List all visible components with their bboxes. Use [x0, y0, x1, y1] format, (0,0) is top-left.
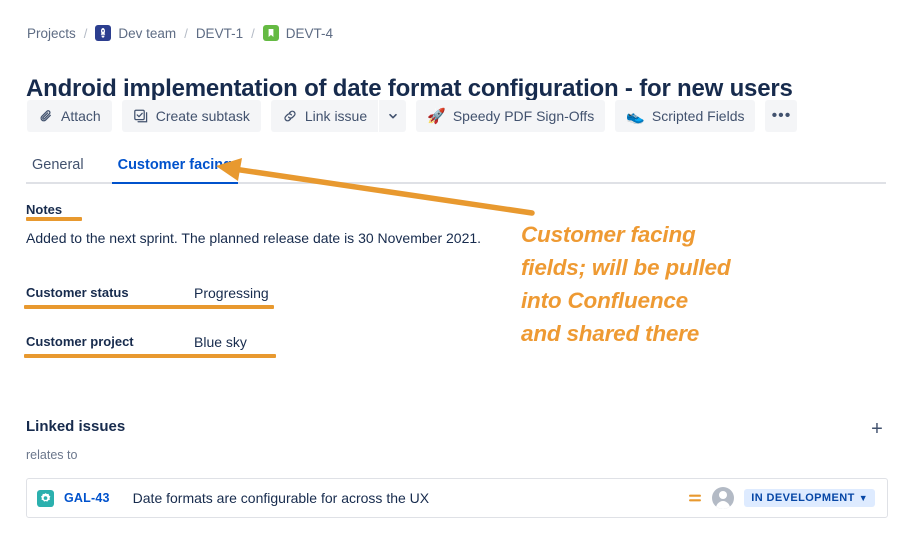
speedy-pdf-sign-offs-label: Speedy PDF Sign-Offs [452, 108, 595, 124]
attach-button-label: Attach [61, 108, 101, 124]
notes-field-value[interactable]: Added to the next sprint. The planned re… [26, 230, 481, 246]
notes-field-label: Notes [26, 202, 63, 217]
story-issue-type-icon [262, 25, 279, 41]
link-type-label: relates to [26, 448, 78, 462]
link-issue-split-button: Link issue [270, 100, 407, 132]
rocket-icon: 🚀 [427, 107, 446, 125]
add-linked-issue-button[interactable]: + [864, 416, 890, 442]
link-issue-button[interactable]: Link issue [270, 100, 379, 132]
page-title: Android implementation of date format co… [26, 75, 793, 103]
annotation-line: and shared there [521, 321, 700, 346]
create-subtask-button[interactable]: Create subtask [121, 100, 261, 132]
user-avatar-icon[interactable] [712, 487, 735, 509]
attach-button[interactable]: Attach [27, 100, 112, 132]
customer-status-value[interactable]: Progressing [194, 285, 269, 301]
annotation-line: Customer facing [521, 222, 696, 247]
chain-link-icon [282, 108, 298, 124]
create-subtask-button-label: Create subtask [155, 108, 250, 124]
more-actions-icon: ••• [771, 107, 792, 124]
breadcrumb-separator: / [83, 25, 88, 41]
link-issue-dropdown-button[interactable] [379, 100, 407, 132]
customer-project-value[interactable]: Blue sky [194, 334, 247, 350]
annotation-callout-text: Customer facing fields; will be pulled i… [521, 218, 851, 350]
tab-customer-facing[interactable]: Customer facing [111, 156, 239, 184]
breadcrumb-item-devt-1[interactable]: DEVT-1 [196, 26, 243, 41]
breadcrumb-item-devt-4[interactable]: DEVT-4 [286, 26, 333, 41]
dev-team-project-icon [95, 25, 112, 41]
scripted-fields-label: Scripted Fields [651, 108, 745, 124]
speedy-pdf-sign-offs-button[interactable]: 🚀 Speedy PDF Sign-Offs [416, 100, 606, 132]
breadcrumb-separator: / [251, 25, 255, 41]
gear-issue-type-icon [37, 489, 54, 507]
tab-general[interactable]: General [26, 156, 90, 182]
linked-issue-row[interactable]: GAL-43 Date formats are configurable for… [26, 478, 888, 518]
annotation-line: fields; will be pulled [521, 255, 731, 280]
issue-tabs: General Customer facing [26, 152, 886, 184]
chevron-down-icon [385, 108, 401, 124]
customer-project-field: Customer project Blue sky [26, 334, 247, 352]
sneaker-icon: 👟 [626, 107, 645, 125]
breadcrumb-item-dev-team[interactable]: Dev team [118, 26, 176, 41]
status-badge[interactable]: IN DEVELOPMENT ▼ [744, 489, 875, 507]
linked-issue-key[interactable]: GAL-43 [64, 491, 110, 505]
customer-status-label: Customer status [26, 285, 129, 300]
annotation-underline-customer-project [24, 354, 276, 358]
breadcrumb-item-projects[interactable]: Projects [27, 26, 76, 41]
customer-status-field: Customer status Progressing [26, 285, 269, 303]
more-actions-button[interactable]: ••• [765, 100, 798, 132]
breadcrumb: Projects / Dev team / DEVT-1 / DEVT-4 [27, 25, 333, 41]
chevron-down-icon: ▼ [858, 493, 868, 503]
issue-action-toolbar: Attach Create subtask Link issue 🚀 Speed… [27, 100, 798, 132]
status-badge-label: IN DEVELOPMENT [751, 492, 855, 504]
scripted-fields-button[interactable]: 👟 Scripted Fields [615, 100, 756, 132]
paperclip-icon [38, 108, 54, 124]
linked-issues-heading: Linked issues [26, 418, 126, 435]
annotation-underline-notes [26, 217, 82, 221]
checkbox-task-icon [133, 108, 149, 124]
link-issue-button-label: Link issue [304, 108, 368, 124]
breadcrumb-separator: / [184, 25, 188, 41]
medium-priority-icon [688, 491, 702, 505]
linked-issue-summary[interactable]: Date formats are configurable for across… [133, 490, 679, 506]
annotation-line: into Confluence [521, 288, 688, 313]
customer-project-label: Customer project [26, 334, 134, 349]
plus-icon: + [871, 418, 883, 440]
annotation-underline-customer-status [24, 305, 274, 309]
